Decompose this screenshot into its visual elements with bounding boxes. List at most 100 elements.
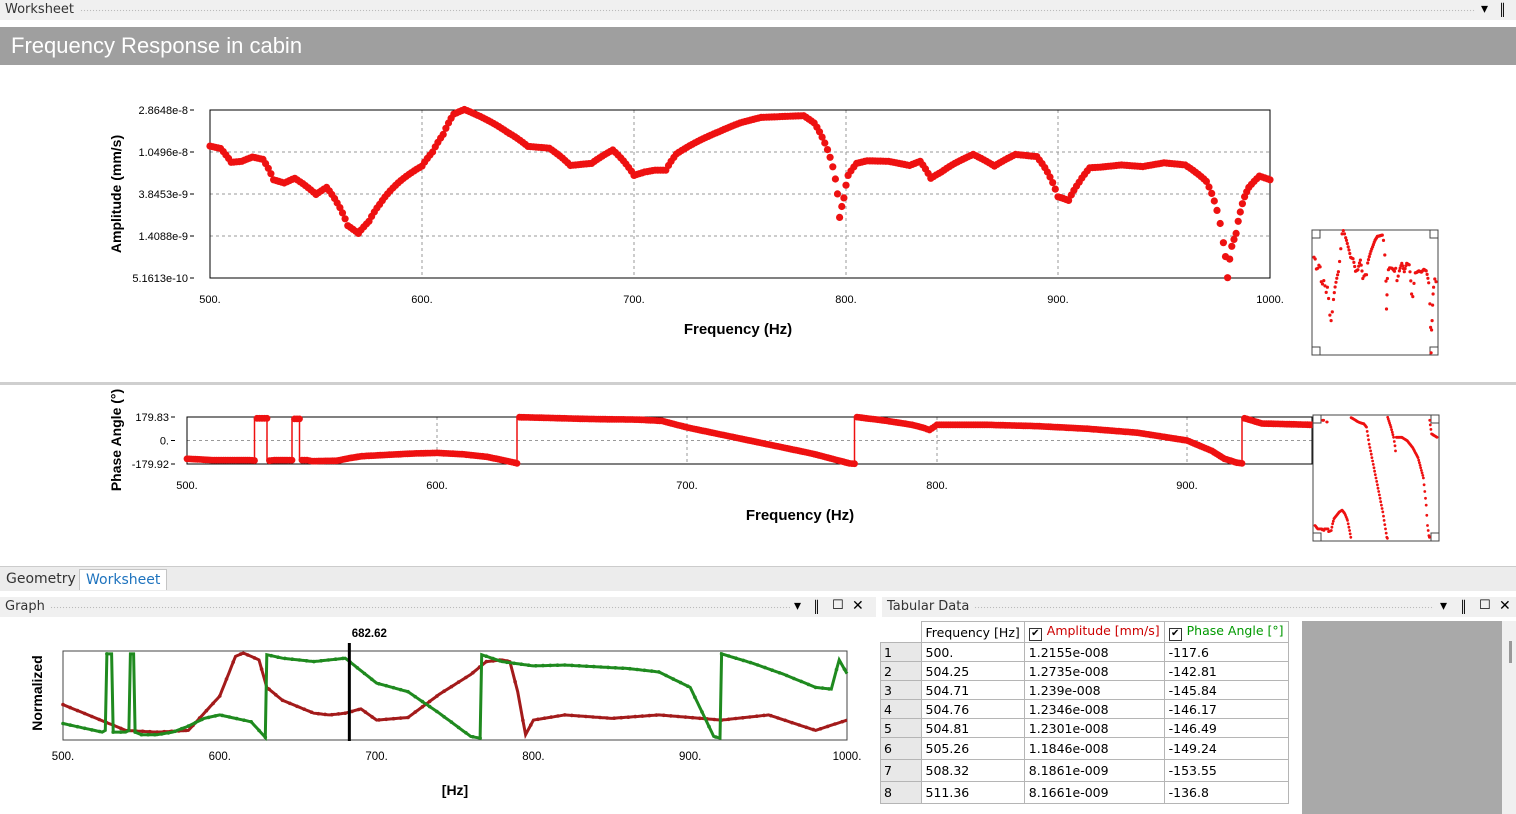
tabular-pin-icon[interactable]: ║	[1460, 600, 1467, 614]
tabular-panel-header: Tabular Data ▾ ║ ☐ ✕	[882, 597, 1516, 617]
graph-pin-icon[interactable]: ║	[813, 600, 820, 614]
normalized-point	[777, 671, 782, 675]
normalized-point	[776, 716, 780, 720]
col-header-frequency[interactable]: Frequency [Hz]	[920, 621, 1025, 643]
normalized-point	[834, 667, 839, 672]
x-tick-label: 600.	[411, 294, 432, 306]
table-cell: -142.81	[1163, 661, 1289, 681]
normalized-point	[127, 728, 131, 733]
normalized-point	[661, 713, 666, 718]
amplitude-point	[821, 139, 829, 147]
graph-close-icon[interactable]: ✕	[852, 598, 864, 614]
table-row[interactable]: 7 508.32 8.1861e-009 -153.55	[880, 759, 1289, 782]
table-row[interactable]: 5 504.81 1.2301e-008 -146.49	[880, 718, 1289, 738]
table-cell: 505.26	[920, 737, 1025, 760]
normalized-point	[700, 710, 704, 714]
table-row[interactable]: 1 500. 1.2155e-008 -117.6	[880, 642, 1289, 662]
thumbnail-point	[1411, 295, 1415, 299]
phase-point	[851, 460, 858, 468]
normalized-point	[484, 659, 489, 664]
pin-icon[interactable]: ║	[1499, 3, 1506, 17]
table-cell: 504.25	[920, 661, 1025, 681]
normalized-point	[456, 725, 461, 730]
tabular-maximize-icon[interactable]: ☐	[1479, 598, 1491, 613]
normalized-point	[820, 686, 825, 690]
table-row[interactable]: 8 511.36 8.1661e-009 -136.8	[880, 781, 1289, 804]
normalized-graph[interactable]: 500. 600. 700. 800. 900. 1000. 682.62 Normali…	[0, 618, 878, 814]
normalized-point	[534, 664, 538, 668]
col-header-amplitude[interactable]: ✔ Amplitude [mm/s]	[1023, 621, 1165, 643]
tabular-close-icon[interactable]: ✕	[1499, 598, 1511, 614]
thumbnail-point	[1374, 476, 1378, 480]
thumbnail-point	[1390, 428, 1393, 432]
table-cell: 504.71	[920, 680, 1025, 700]
amplitude-chart: 2.8648e-8 1.0496e-8 3.8453e-9 1.4088e-9 5.16…	[108, 105, 1439, 356]
tabular-menu-icon[interactable]: ▾	[1440, 598, 1447, 614]
amplitude-point	[1219, 239, 1227, 247]
table-cell: 504.81	[920, 718, 1025, 738]
table-row[interactable]: 3 504.71 1.239e-008 -145.84	[880, 680, 1289, 700]
tab-geometry[interactable]: Geometry	[0, 569, 82, 589]
normalized-point	[449, 684, 454, 689]
thumbnail-point	[1394, 449, 1397, 453]
normalized-point	[640, 714, 645, 718]
table-scrollbar[interactable]	[1502, 621, 1516, 814]
normalized-point	[563, 663, 567, 667]
normalized-point	[370, 715, 374, 719]
normalized-point	[505, 660, 509, 665]
thumbnail-point	[1392, 440, 1396, 443]
thumbnail-point	[1425, 513, 1429, 517]
normalized-point	[200, 717, 204, 722]
phase-checkbox[interactable]: ✔	[1168, 628, 1182, 641]
normalized-point	[276, 655, 280, 659]
thumbnail-point	[1390, 430, 1394, 434]
normalized-point	[734, 656, 738, 660]
thumbnail-point	[1351, 257, 1355, 261]
thumbnail-point	[1428, 423, 1432, 427]
normalized-point	[478, 736, 482, 740]
normalized-point	[712, 717, 717, 722]
normalized-point	[442, 689, 446, 693]
table-row[interactable]: 2 504.25 1.2735e-008 -142.81	[880, 661, 1289, 681]
y-tick-label: 1.4088e-9	[138, 231, 188, 243]
panel-menu-icon[interactable]: ▾	[1481, 1, 1488, 17]
normalized-point	[295, 704, 299, 709]
normalized-point	[584, 664, 589, 668]
thumbnail-point	[1365, 425, 1368, 429]
graph-panel-title: Graph	[5, 599, 45, 614]
normalized-point	[763, 665, 767, 670]
amplitude-xlabel: Frequency (Hz)	[684, 321, 792, 338]
normalized-point	[521, 718, 525, 723]
thumbnail-point	[1426, 276, 1430, 280]
thumbnail-point	[1377, 490, 1381, 493]
normalized-point	[179, 726, 184, 731]
amplitude-checkbox[interactable]: ✔	[1028, 628, 1042, 641]
table-row[interactable]: 4 504.76 1.2346e-008 -146.17	[880, 699, 1289, 719]
thumbnail-point	[1348, 529, 1351, 532]
normalized-point	[529, 723, 533, 727]
thumbnail-point	[1341, 229, 1345, 233]
amplitude-point	[1051, 185, 1059, 193]
thumbnail-point	[1348, 532, 1352, 536]
normalized-point	[464, 675, 468, 680]
thumbnail-point	[1336, 270, 1340, 274]
normalized-point	[833, 722, 837, 726]
normalized-point	[97, 729, 102, 734]
col-header-phase[interactable]: ✔ Phase Angle [°]	[1163, 621, 1289, 643]
normalized-point	[657, 670, 661, 674]
amplitude-point	[836, 213, 844, 221]
thumbnail-point	[1339, 247, 1343, 251]
normalized-point	[456, 680, 461, 684]
normalized-point	[238, 652, 243, 656]
thumbnail-point	[1367, 442, 1371, 446]
table-row[interactable]: 6 505.26 1.1846e-008 -149.24	[880, 737, 1289, 760]
x-tick-label: 800.	[926, 480, 947, 492]
graph-maximize-icon[interactable]: ☐	[832, 598, 844, 613]
x-tick-label: 500.	[52, 751, 74, 763]
tab-worksheet[interactable]: Worksheet	[79, 569, 168, 590]
normalized-point	[413, 694, 418, 699]
table-cell: 504.76	[920, 699, 1025, 719]
thumbnail-point	[1346, 519, 1349, 522]
graph-menu-icon[interactable]: ▾	[794, 598, 801, 614]
thumbnail-point	[1419, 466, 1423, 470]
